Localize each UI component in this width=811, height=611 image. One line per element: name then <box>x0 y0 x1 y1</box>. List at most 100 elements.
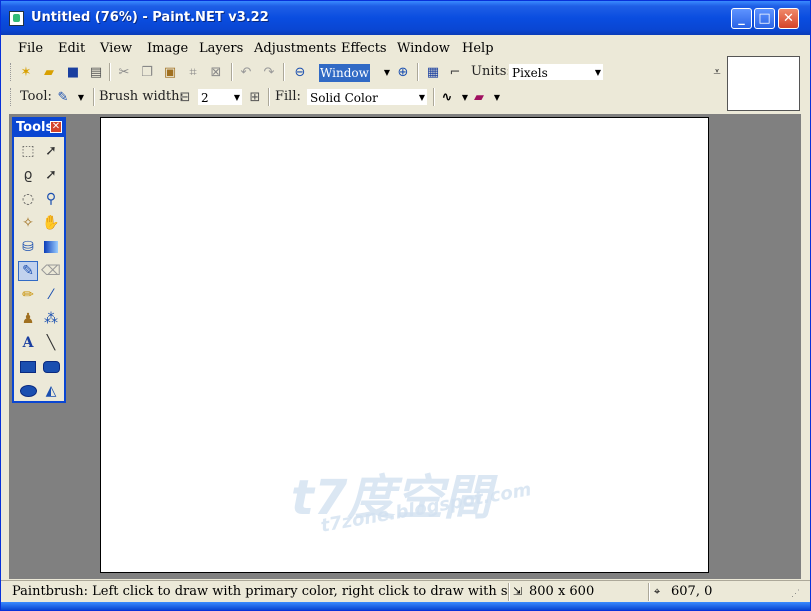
menu-layers[interactable]: Layers <box>199 41 243 56</box>
fill-label: Fill: <box>275 89 301 104</box>
zoom-combobox[interactable]: Window ▼ <box>315 63 393 82</box>
pencil-icon[interactable]: ✏ <box>18 285 38 305</box>
recolor-icon[interactable]: ⁂ <box>41 309 61 329</box>
brush-width-value: 2 <box>201 91 209 105</box>
minimize-button[interactable]: _ <box>731 8 752 29</box>
move-selection-icon[interactable]: ➚ <box>41 141 61 161</box>
tool-label: Tool: <box>20 89 52 104</box>
chevron-down-icon[interactable]: ▼ <box>73 89 89 105</box>
cut-icon[interactable]: ✂ <box>116 64 132 80</box>
paintnet-window: Untitled (76%) - Paint.NET v3.22 _ □ ✕ F… <box>0 0 811 611</box>
gradient-icon[interactable] <box>41 237 61 257</box>
toolbar-separator <box>433 88 435 106</box>
clone-stamp-icon[interactable]: ♟ <box>18 309 38 329</box>
freeform-shape-icon[interactable]: ◭ <box>41 381 61 401</box>
window-bottom-border <box>1 602 810 610</box>
brush-width-combobox[interactable]: 2 ▼ <box>197 88 243 106</box>
toolbar-separator <box>109 63 111 81</box>
open-icon[interactable]: ▰ <box>41 64 57 80</box>
zoom-value: Window <box>319 64 370 82</box>
status-separator <box>508 583 510 601</box>
redo-icon[interactable]: ↷ <box>261 64 277 80</box>
tool-options-toolbar: Tool: ✎ ▼ Brush width: ⊟ 2 ▼ ⊞ Fill: Sol… <box>9 85 725 109</box>
brush-width-label: Brush width: <box>99 89 184 104</box>
chevron-down-icon[interactable]: ▼ <box>419 89 425 107</box>
menu-effects[interactable]: Effects <box>341 41 387 56</box>
cursor-position-icon: ⌖ <box>654 585 661 598</box>
rectangle-icon[interactable] <box>18 357 38 377</box>
units-value: Pixels <box>512 66 548 80</box>
paintbrush-icon[interactable]: ✎ <box>55 89 71 105</box>
blend-mode-icon[interactable]: ▰ <box>471 89 487 105</box>
main-toolbar: ✶ ▰ ■ ▤ ✂ ❐ ▣ ⌗ ⊠ ↶ ↷ ⊖ Window ▼ ⊕ ▦ ⌐ U… <box>9 60 725 84</box>
tools-panel: Tools ✕ ⬚ ➚ ϱ ➚ ◌ ⚲ ✧ ✋ ⛁ ✎ ⌫ ✏ ⁄ ♟ ⁂ A … <box>12 117 66 403</box>
chevron-down-icon[interactable]: ▼ <box>384 64 390 82</box>
menu-image[interactable]: Image <box>147 41 188 56</box>
print-icon[interactable]: ▤ <box>88 64 104 80</box>
app-icon[interactable] <box>9 11 24 26</box>
antialiasing-icon[interactable]: ∿ <box>439 89 455 105</box>
menu-edit[interactable]: Edit <box>58 41 85 56</box>
deselect-icon[interactable]: ⊠ <box>208 64 224 80</box>
move-selected-icon[interactable]: ➚ <box>41 165 61 185</box>
resize-grip-icon[interactable]: ⋰ <box>791 589 800 599</box>
zoom-out-icon[interactable]: ⊖ <box>292 64 308 80</box>
decrease-brush-icon[interactable]: ⊟ <box>177 89 193 105</box>
menu-help[interactable]: Help <box>462 41 494 56</box>
paint-bucket-icon[interactable]: ⛁ <box>18 237 38 257</box>
menu-window[interactable]: Window <box>397 41 450 56</box>
magic-wand-icon[interactable]: ✧ <box>18 213 38 233</box>
chevron-down-icon[interactable]: ▼ <box>234 89 240 107</box>
chevron-down-icon[interactable]: ▼ <box>489 89 505 105</box>
undo-icon[interactable]: ↶ <box>238 64 254 80</box>
toolbar-separator <box>231 63 233 81</box>
grid-icon[interactable]: ▦ <box>425 64 441 80</box>
tools-panel-title: Tools <box>16 120 54 135</box>
toolbar-separator <box>93 88 95 106</box>
close-icon[interactable]: ✕ <box>50 121 62 133</box>
paste-icon[interactable]: ▣ <box>162 64 178 80</box>
menu-bar: File Edit View Image Layers Adjustments … <box>9 38 725 60</box>
window-title: Untitled (76%) - Paint.NET v3.22 <box>31 10 269 25</box>
units-combobox[interactable]: Pixels ▼ <box>508 63 604 81</box>
layer-thumbnail[interactable] <box>727 56 800 111</box>
tools-panel-header[interactable]: Tools ✕ <box>14 119 64 137</box>
eraser-icon[interactable]: ⌫ <box>41 261 61 281</box>
zoom-in-icon[interactable]: ⊕ <box>395 64 411 80</box>
pan-icon[interactable]: ✋ <box>41 213 61 233</box>
close-button[interactable]: ✕ <box>778 8 799 29</box>
toolbar-grip[interactable] <box>10 63 14 81</box>
title-bar[interactable]: Untitled (76%) - Paint.NET v3.22 _ □ ✕ <box>1 1 810 35</box>
increase-brush-icon[interactable]: ⊞ <box>247 89 263 105</box>
new-icon[interactable]: ✶ <box>18 64 34 80</box>
rectangle-select-icon[interactable]: ⬚ <box>18 141 38 161</box>
menu-adjustments[interactable]: Adjustments <box>254 41 336 56</box>
color-picker-icon[interactable]: ⁄ <box>41 285 61 305</box>
chevron-down-icon[interactable]: ▼ <box>595 64 601 82</box>
fill-combobox[interactable]: Solid Color ▼ <box>306 88 428 106</box>
maximize-button[interactable]: □ <box>754 8 775 29</box>
crop-icon[interactable]: ⌗ <box>185 64 201 80</box>
menu-view[interactable]: View <box>100 41 132 56</box>
ellipse-icon[interactable] <box>18 381 38 401</box>
ellipse-select-icon[interactable]: ◌ <box>18 189 38 209</box>
toolbar-separator <box>268 88 270 106</box>
menu-file[interactable]: File <box>18 41 43 56</box>
image-size: 800 x 600 <box>529 584 595 599</box>
workspace: t7度空間 t7zone.blogspot.com <box>9 114 801 579</box>
text-icon[interactable]: A <box>18 333 38 353</box>
fill-value: Solid Color <box>310 91 378 105</box>
zoom-icon[interactable]: ⚲ <box>41 189 61 209</box>
lasso-select-icon[interactable]: ϱ <box>18 165 38 185</box>
save-icon[interactable]: ■ <box>65 64 81 80</box>
paintbrush-icon[interactable]: ✎ <box>18 261 38 281</box>
rulers-icon[interactable]: ⌐ <box>447 64 463 80</box>
status-bar: Paintbrush: Left click to draw with prim… <box>1 580 810 603</box>
rounded-rectangle-icon[interactable] <box>41 357 61 377</box>
image-canvas[interactable]: t7度空間 t7zone.blogspot.com <box>100 117 709 573</box>
toolbar-grip[interactable] <box>10 88 14 106</box>
line-curve-icon[interactable]: ╲ <box>41 333 61 353</box>
copy-icon[interactable]: ❐ <box>139 64 155 80</box>
image-size-icon: ⇲ <box>513 585 523 598</box>
toolbar-overflow-icon[interactable]: ⩡ <box>709 64 725 80</box>
